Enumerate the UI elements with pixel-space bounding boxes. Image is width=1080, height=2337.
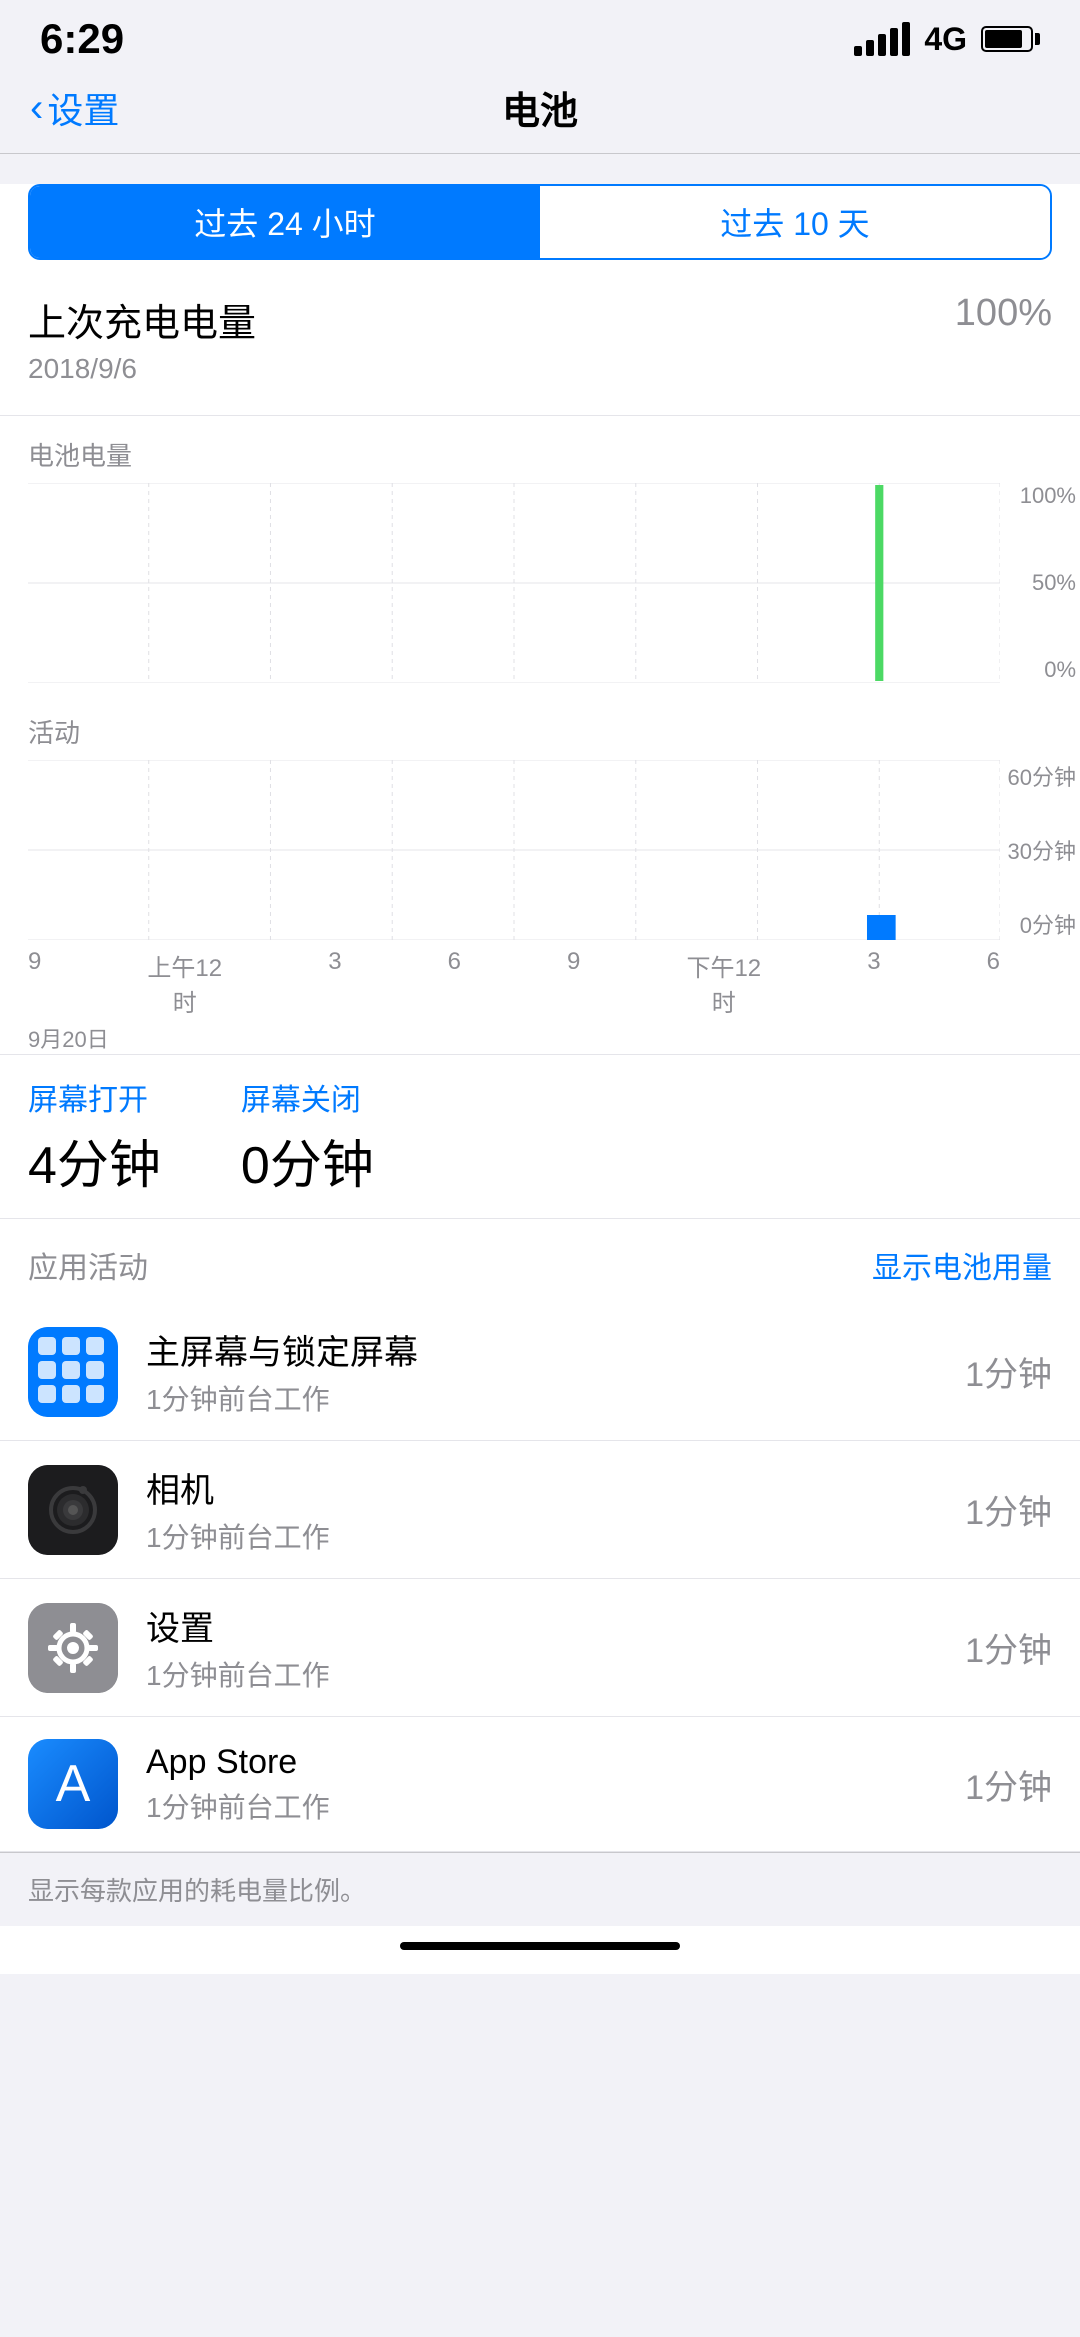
battery-icon: [981, 26, 1040, 52]
x-label-6am: 6: [448, 948, 461, 1018]
battery-chart-section: 电池电量 100%: [0, 416, 1080, 693]
app-activity-header: 应用活动 显示电池用量: [0, 1219, 1080, 1303]
camera-icon-svg: [28, 1465, 118, 1555]
x-label-9am-prev: 9: [28, 948, 41, 1018]
screen-off-value: 0分钟: [241, 1123, 374, 1198]
x-label-3am: 3: [328, 948, 341, 1018]
appstore-icon-svg: A: [28, 1739, 118, 1829]
x-axis-labels: 9 上午12 时 3 6 9 下午12 时 3 6: [0, 940, 1080, 1018]
app-name-appstore: App Store: [146, 1743, 937, 1782]
main-content: 过去 24 小时 过去 10 天 上次充电电量 2018/9/6 100% 电池…: [0, 184, 1080, 1852]
page-title: 电池: [502, 80, 578, 135]
app-name-settings: 设置: [146, 1601, 937, 1650]
home-bar: [400, 1942, 680, 1950]
activity-y-labels: 60分钟 30分钟 0分钟: [1004, 760, 1080, 940]
x-label-9am: 9: [567, 948, 580, 1018]
tab-24h[interactable]: 过去 24 小时: [30, 186, 540, 258]
signal-icon: [854, 22, 910, 56]
back-label: 设置: [47, 82, 119, 134]
chevron-left-icon: ‹: [30, 88, 43, 128]
app-detail-homescreen: 1分钟前台工作: [146, 1378, 937, 1418]
app-name-homescreen: 主屏幕与锁定屏幕: [146, 1325, 937, 1374]
app-item-appstore: A App Store 1分钟前台工作 1分钟: [0, 1717, 1080, 1852]
x-label-6pm: 6: [987, 948, 1000, 1018]
screen-off-label: 屏幕关闭: [241, 1075, 374, 1119]
last-charge-value: 100%: [955, 292, 1052, 335]
app-time-settings: 1分钟: [965, 1623, 1052, 1672]
home-indicator: [0, 1926, 1080, 1974]
status-bar: 6:29 4G: [0, 0, 1080, 70]
screen-on-value: 4分钟: [28, 1123, 161, 1198]
app-icon-homescreen: [28, 1327, 118, 1417]
nav-bar: ‹ 设置 电池: [0, 70, 1080, 154]
screen-on-label: 屏幕打开: [28, 1075, 161, 1119]
status-time: 6:29: [40, 15, 124, 63]
app-icon-appstore: A: [28, 1739, 118, 1829]
app-activity-title: 应用活动: [28, 1243, 148, 1287]
app-item-homescreen: 主屏幕与锁定屏幕 1分钟前台工作 1分钟: [0, 1303, 1080, 1441]
last-charge-section: 上次充电电量 2018/9/6 100%: [0, 284, 1080, 416]
activity-chart-svg: [28, 760, 1000, 940]
app-icon-camera: [28, 1465, 118, 1555]
screen-time-section: 屏幕打开 4分钟 屏幕关闭 0分钟: [0, 1054, 1080, 1219]
battery-y-labels: 100% 50% 0%: [1004, 483, 1080, 683]
x-axis-date: 9月20日: [0, 1018, 1080, 1054]
tab-switcher: 过去 24 小时 过去 10 天: [28, 184, 1052, 260]
app-time-homescreen: 1分钟: [965, 1347, 1052, 1396]
svg-text:A: A: [56, 1755, 91, 1813]
activity-chart-section: 活动 60分钟 30分钟: [0, 693, 1080, 1054]
footer-note: 显示每款应用的耗电量比例。: [0, 1852, 1080, 1926]
app-time-appstore: 1分钟: [965, 1760, 1052, 1809]
app-time-camera: 1分钟: [965, 1485, 1052, 1534]
app-detail-settings: 1分钟前台工作: [146, 1654, 937, 1694]
activity-chart-label: 活动: [0, 713, 1080, 760]
app-item-settings: 设置 1分钟前台工作 1分钟: [0, 1579, 1080, 1717]
battery-chart-svg: [28, 483, 1000, 683]
x-label-noon2: 下午12 时: [686, 948, 761, 1018]
app-list: 主屏幕与锁定屏幕 1分钟前台工作 1分钟 相机 1分钟前台工作: [0, 1303, 1080, 1852]
activity-chart-wrapper: 60分钟 30分钟 0分钟: [0, 760, 1080, 940]
screen-time-row: 屏幕打开 4分钟 屏幕关闭 0分钟: [28, 1075, 1052, 1198]
x-label-noon: 上午12 时: [147, 948, 222, 1018]
network-type: 4G: [924, 21, 967, 58]
screen-on-item: 屏幕打开 4分钟: [28, 1075, 161, 1198]
app-icon-settings: [28, 1603, 118, 1693]
last-charge-date: 2018/9/6: [28, 353, 256, 385]
app-name-camera: 相机: [146, 1463, 937, 1512]
app-detail-appstore: 1分钟前台工作: [146, 1786, 937, 1826]
homescreen-icon-svg: [28, 1327, 118, 1417]
x-label-3pm: 3: [867, 948, 880, 1018]
status-right-icons: 4G: [854, 21, 1040, 58]
last-charge-title: 上次充电电量: [28, 292, 256, 347]
battery-chart-label: 电池电量: [0, 436, 1080, 483]
app-item-camera: 相机 1分钟前台工作 1分钟: [0, 1441, 1080, 1579]
show-battery-usage-link[interactable]: 显示电池用量: [872, 1243, 1052, 1287]
tab-10d[interactable]: 过去 10 天: [540, 186, 1050, 258]
settings-icon-svg: [28, 1603, 118, 1693]
battery-chart-wrapper: 100% 50% 0%: [0, 483, 1080, 683]
screen-off-item: 屏幕关闭 0分钟: [241, 1075, 374, 1198]
back-button[interactable]: ‹ 设置: [30, 82, 119, 134]
app-detail-camera: 1分钟前台工作: [146, 1516, 937, 1556]
